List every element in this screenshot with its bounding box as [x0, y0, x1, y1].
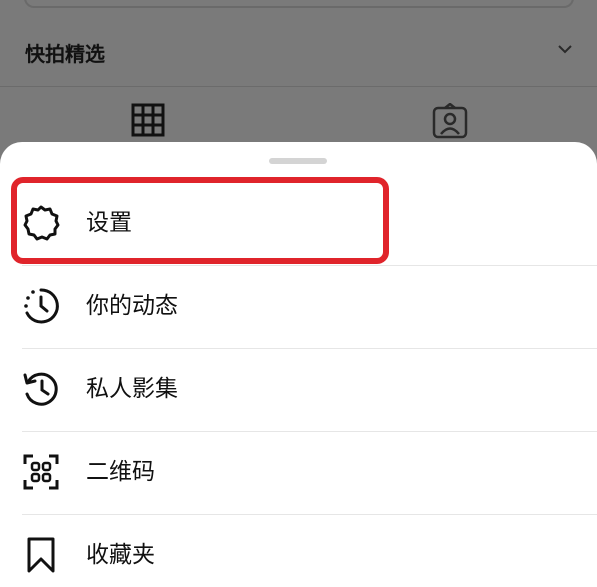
menu-item-label: 二维码 [86, 459, 155, 485]
settings-highlight-box [11, 177, 389, 264]
grid-icon[interactable] [131, 103, 165, 137]
menu-item-label: 你的动态 [86, 293, 178, 319]
menu-item-archive[interactable]: 私人影集 [0, 348, 597, 431]
story-highlights-title[interactable]: 快拍精选 [25, 38, 105, 67]
menu-item-saved[interactable]: 收藏夹 [0, 514, 597, 587]
bookmark-icon [22, 536, 60, 574]
profile-screen: 快拍精选 设置 你的动态 私人影集 二维码 收藏夹 [0, 0, 597, 587]
menu-item-label: 私人影集 [86, 376, 178, 402]
activity-clock-icon [22, 287, 60, 325]
edit-profile-button[interactable] [24, 0, 574, 8]
divider [0, 86, 597, 87]
menu-item-qr-code[interactable]: 二维码 [0, 431, 597, 514]
sheet-drag-handle[interactable] [269, 158, 327, 164]
tagged-person-icon[interactable] [432, 103, 468, 139]
menu-item-label: 收藏夹 [86, 542, 155, 568]
archive-history-icon [22, 370, 60, 408]
qr-code-icon [22, 453, 60, 491]
menu-item-your-activity[interactable]: 你的动态 [0, 265, 597, 348]
more-options-sheet: 设置 你的动态 私人影集 二维码 收藏夹 [0, 142, 597, 587]
chevron-down-icon[interactable] [556, 42, 574, 56]
